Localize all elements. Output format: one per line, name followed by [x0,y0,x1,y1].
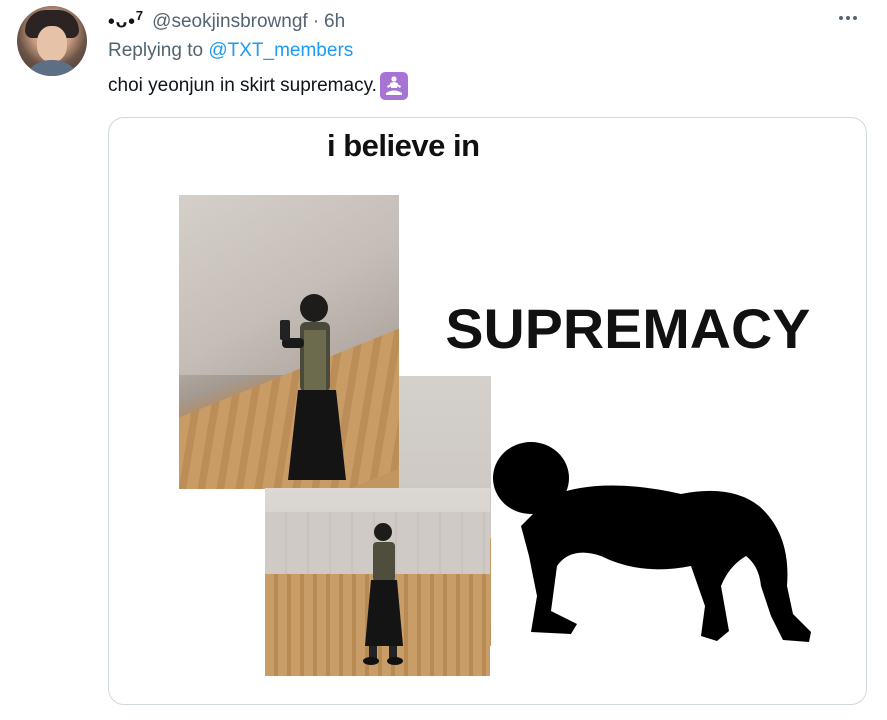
more-dot [839,16,843,20]
person-in-lotus-position-icon [379,72,408,100]
user-handle[interactable]: @seokjinsbrowngf [152,11,308,33]
meme-caption-big: SUPREMACY [445,297,811,360]
display-name-sup: 7 [135,8,145,23]
replying-prefix: Replying to [108,40,209,61]
kneeling-person-silhouette [493,442,811,642]
tweet-media[interactable]: i believe in SUPREMACY [108,117,867,705]
avatar-face [37,26,67,62]
avatar[interactable] [17,6,87,76]
avatar-shirt [21,60,83,76]
display-name-text[interactable]: •ᴗ• [108,11,136,32]
replying-to: Replying to @TXT_members [108,40,353,62]
tweet-timestamp[interactable]: 6h [324,11,345,33]
more-dot [853,16,857,20]
photo-mirror-selfie [179,195,399,489]
tweet-header: •ᴗ•7 @seokjinsbrowngf · 6h [108,8,345,32]
separator-dot: · [312,11,320,33]
replying-to-link[interactable]: @TXT_members [208,40,353,61]
tweet-text-content: choi yeonjun in skirt supremacy. [108,75,377,96]
photo-person [280,294,346,480]
meme-caption-top: i believe in [327,128,480,163]
more-options-icon[interactable] [839,12,863,24]
photo-person-full [363,523,403,665]
display-name[interactable]: •ᴗ•7 [108,8,144,33]
more-dot [846,16,850,20]
photo-full-body [265,488,490,676]
tweet-text: choi yeonjun in skirt supremacy. [108,72,408,100]
